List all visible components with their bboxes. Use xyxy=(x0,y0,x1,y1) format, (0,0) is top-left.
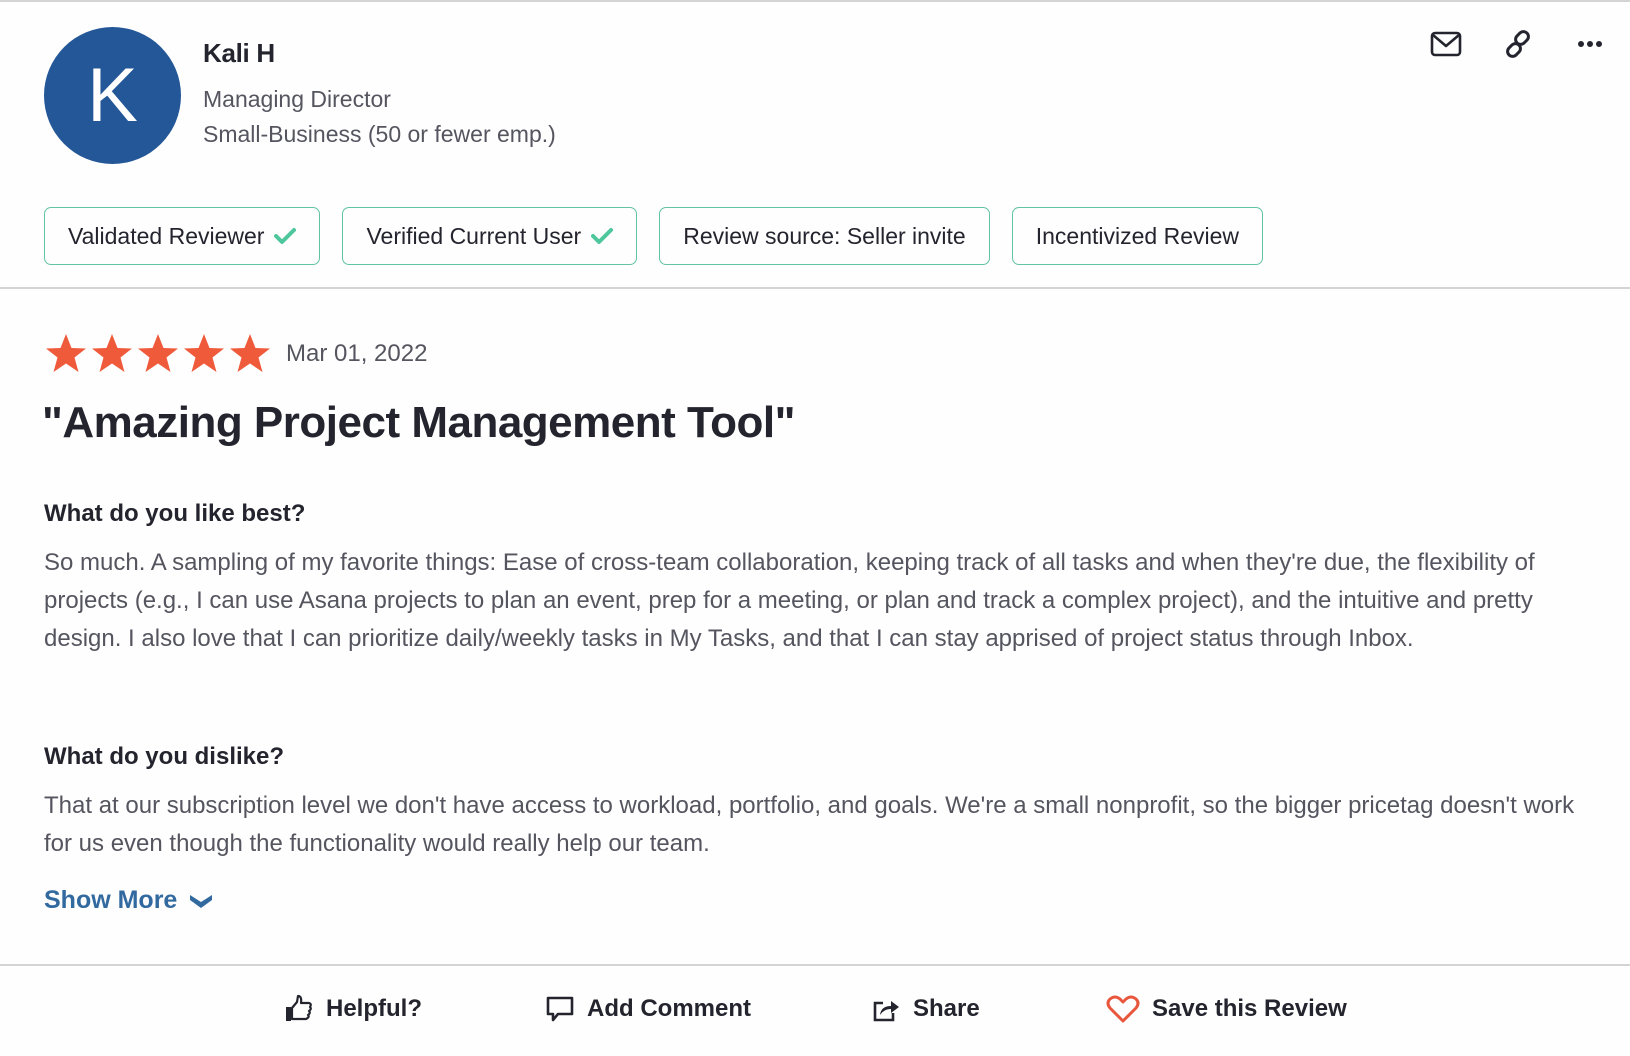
save-review-button[interactable]: Save this Review xyxy=(1106,994,1347,1024)
avatar: K xyxy=(44,27,181,164)
badge-label: Verified Current User xyxy=(366,222,582,249)
reviewer-title: Managing Director xyxy=(203,86,391,112)
helpful-label: Helpful? xyxy=(326,995,422,1022)
header-actions xyxy=(1330,24,1630,64)
heart-icon xyxy=(1106,995,1140,1023)
share-label: Share xyxy=(913,995,980,1022)
chevron-down-icon xyxy=(190,894,213,908)
dislikes-heading: What do you dislike? xyxy=(44,743,285,770)
add-comment-button[interactable]: Add Comment xyxy=(545,994,751,1024)
badge-label: Incentivized Review xyxy=(1035,222,1239,249)
reviewer-header: K Kali H Managing Director Small-Busines… xyxy=(0,2,1630,288)
email-button[interactable] xyxy=(1426,24,1466,64)
link-icon xyxy=(1506,30,1530,58)
check-icon xyxy=(274,228,297,244)
star-rating xyxy=(44,332,272,376)
badge-label: Validated Reviewer xyxy=(68,222,265,249)
star-icon xyxy=(184,334,224,372)
star-icon xyxy=(46,334,86,372)
reviewer-company-size: Small-Business (50 or fewer emp.) xyxy=(203,121,556,147)
reviewer-name[interactable]: Kali H xyxy=(203,38,275,69)
badge-incentivized-review[interactable]: Incentivized Review xyxy=(1011,207,1263,265)
share-button[interactable]: Share xyxy=(871,994,980,1024)
comment-icon xyxy=(546,996,574,1022)
show-more-link[interactable]: Show More xyxy=(44,886,213,915)
show-more-label: Show More xyxy=(44,886,178,914)
more-options-button[interactable] xyxy=(1570,24,1610,64)
check-icon xyxy=(591,228,614,244)
mail-icon xyxy=(1430,31,1462,57)
copy-link-button[interactable] xyxy=(1498,24,1538,64)
share-icon xyxy=(873,1001,899,1022)
badge-validated-reviewer[interactable]: Validated Reviewer xyxy=(44,207,321,265)
likes-heading: What do you like best? xyxy=(44,500,306,527)
likes-answer: So much. A sampling of my favorite thing… xyxy=(44,549,1535,652)
badges-row: Validated Reviewer Verified Current User… xyxy=(44,207,1263,265)
rating-row: Mar 01, 2022 xyxy=(44,332,427,376)
thumbs-up-icon xyxy=(286,994,312,1021)
save-review-label: Save this Review xyxy=(1152,995,1347,1022)
review-date: Mar 01, 2022 xyxy=(286,340,428,367)
dislikes-answer: That at our subscription level we don't … xyxy=(44,792,1575,857)
badge-label: Review source: Seller invite xyxy=(683,222,966,249)
star-icon xyxy=(230,334,270,372)
divider xyxy=(0,287,1630,289)
star-icon xyxy=(138,334,178,372)
badge-review-source[interactable]: Review source: Seller invite xyxy=(659,207,990,265)
review-footer-actions: Helpful? Add Comment Share Save this Rev… xyxy=(0,966,1630,1056)
add-comment-label: Add Comment xyxy=(587,995,751,1022)
more-icon xyxy=(1578,41,1602,47)
review-title: "Amazing Project Management Tool" xyxy=(42,398,795,447)
helpful-button[interactable]: Helpful? xyxy=(284,994,422,1024)
star-icon xyxy=(92,334,132,372)
badge-verified-current-user[interactable]: Verified Current User xyxy=(342,207,638,265)
